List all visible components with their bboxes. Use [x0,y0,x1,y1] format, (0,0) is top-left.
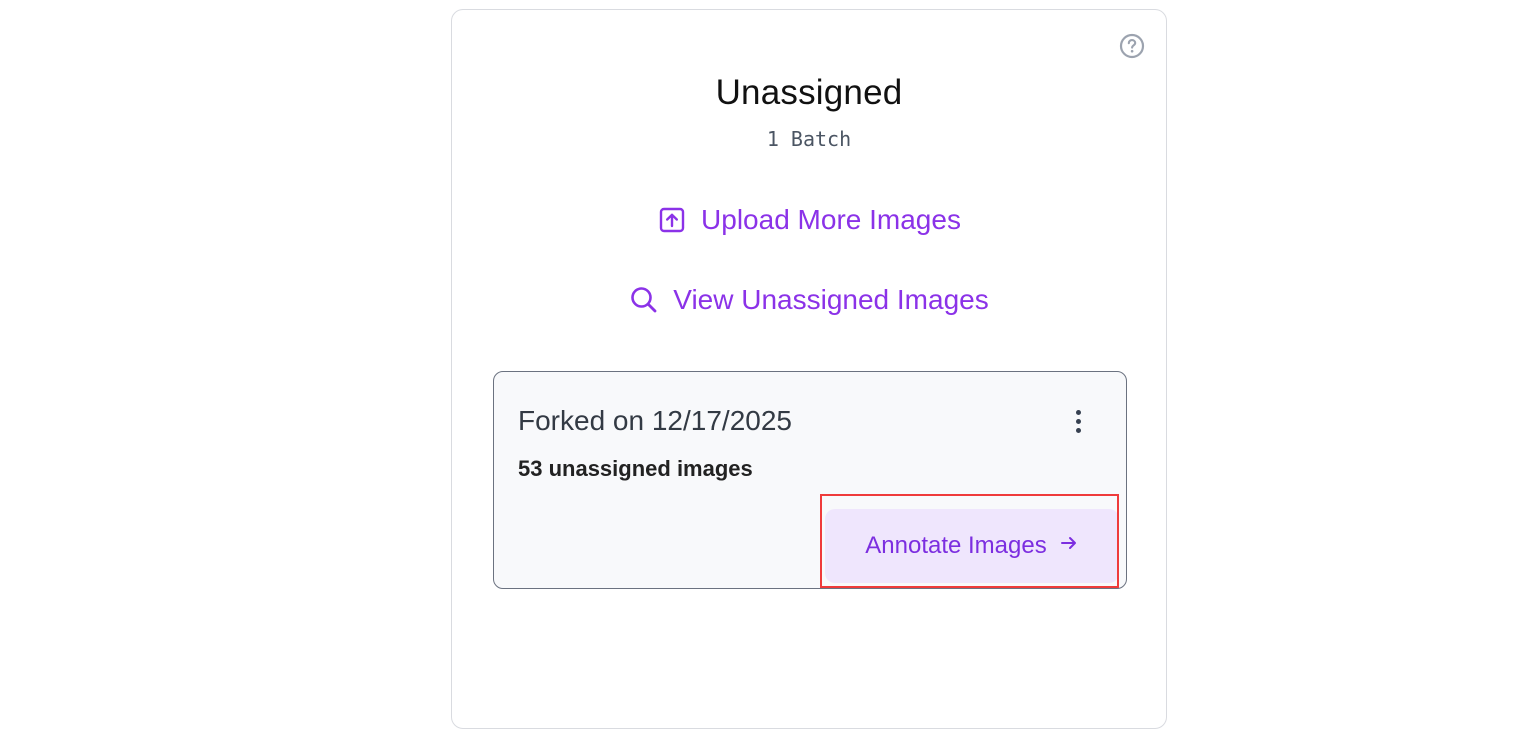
question-circle-icon[interactable] [1119,33,1145,59]
view-unassigned-images-label: View Unassigned Images [673,284,989,315]
search-icon [629,285,659,315]
batch-count-subtitle: 1 Batch [766,127,852,151]
arrow-right-icon [1059,532,1079,560]
panel-title: Unassigned [715,73,903,112]
batch-card: Forked on 12/17/2025 53 unassigned image… [493,371,1127,589]
annotate-images-label: Annotate Images [865,532,1047,559]
upload-more-images-label: Upload More Images [701,204,961,235]
view-unassigned-images-link[interactable]: View Unassigned Images [452,284,1166,316]
kebab-menu-icon[interactable] [1066,406,1090,436]
annotate-images-button[interactable]: Annotate Images [825,509,1119,583]
upload-more-images-link[interactable]: Upload More Images [452,204,1166,236]
batch-title: Forked on 12/17/2025 [518,405,792,436]
unassigned-images-count: 53 unassigned images [518,456,753,481]
upload-icon [657,205,687,235]
unassigned-panel: Unassigned 1 Batch Upload More Images Vi… [451,9,1167,729]
